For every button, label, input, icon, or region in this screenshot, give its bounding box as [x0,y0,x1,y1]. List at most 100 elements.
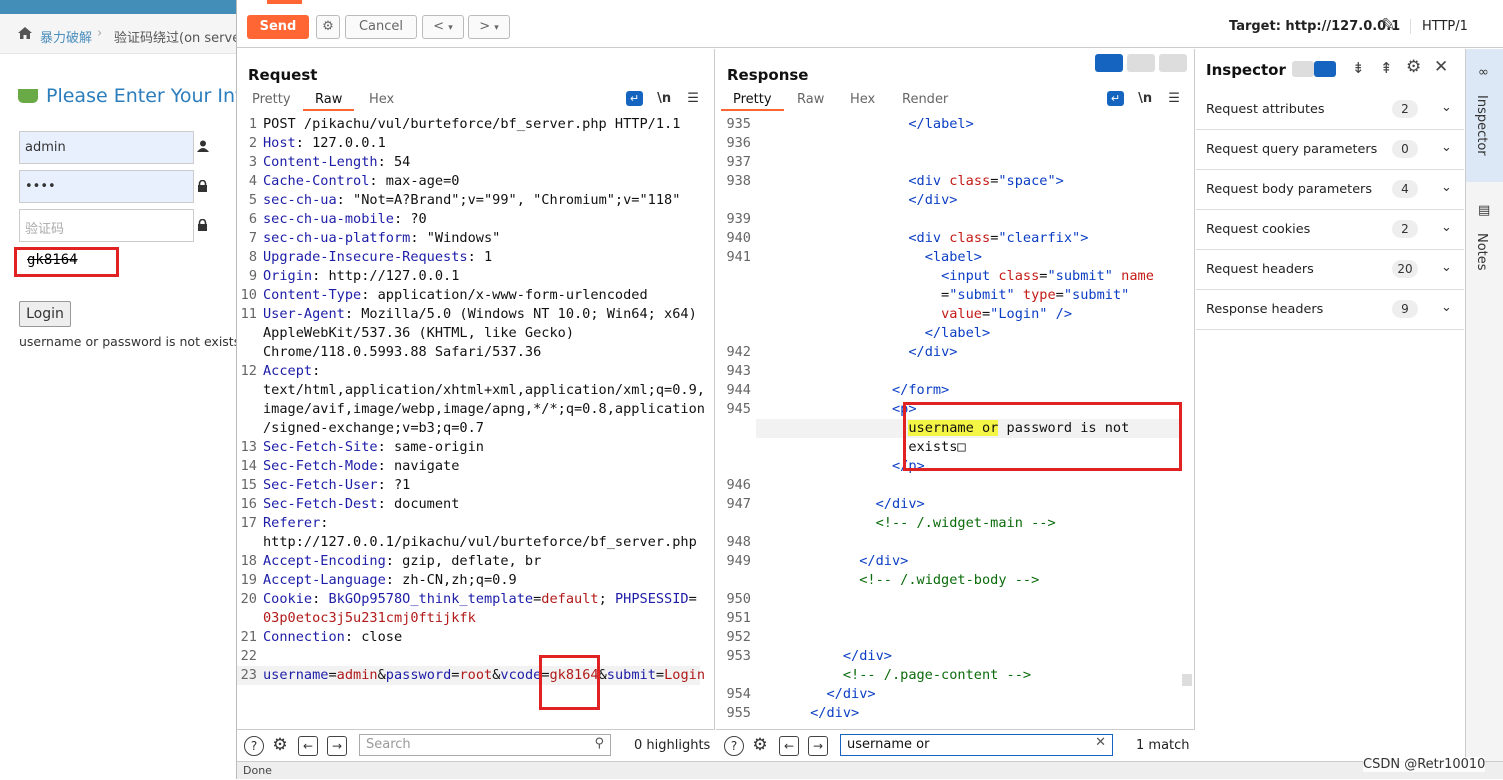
inspector-row-count: 4 [1392,180,1418,198]
vcode-highlight-box [539,655,600,710]
login-error-message: username or password is not exists [19,334,236,349]
inspector-row-count: 0 [1392,140,1418,158]
layout-right-icon[interactable] [1314,60,1336,77]
watermark: CSDN @Retr10010 [1363,757,1486,772]
side-tab-label: Inspector [1474,95,1489,156]
chevron-down-icon[interactable]: ⌄ [1441,260,1452,275]
help-icon[interactable]: ? [724,736,744,756]
login-button[interactable]: Login [19,301,71,327]
inspector-row[interactable]: Request body parameters 4 ⌄ [1196,170,1464,210]
username-field[interactable]: admin [19,131,194,164]
clear-search-icon[interactable]: ✕ [1095,735,1106,750]
newline-toggle-icon[interactable]: \n [1138,91,1152,106]
word-wrap-icon[interactable]: ↵ [1107,91,1124,106]
response-title: Response [727,66,809,84]
inspector-row[interactable]: Request attributes 2 ⌄ [1196,90,1464,130]
inspector-row[interactable]: Request cookies 2 ⌄ [1196,210,1464,250]
tab-pretty[interactable]: Pretty [240,91,303,111]
page-topbar [0,0,236,14]
target-label[interactable]: Target: http://127.0.0.1 [1229,19,1400,34]
highlights-count: 0 highlights [634,738,711,753]
inspector-row-label: Request body parameters [1206,182,1372,197]
edit-pencil-icon[interactable]: ✎ [1381,15,1395,35]
inspector-layout-toggle [1292,59,1336,77]
settings-gear-icon[interactable]: ⚙ [270,736,290,756]
inspector-row[interactable]: Response headers 9 ⌄ [1196,290,1464,330]
previous-match-arrow-icon[interactable]: ← [298,736,318,756]
inspector-row-count: 9 [1392,300,1418,318]
chevron-down-icon[interactable]: ⌄ [1441,140,1452,155]
notes-icon: ▤ [1478,203,1491,218]
vcode-field[interactable]: 验证码 [19,209,194,242]
user-icon [197,140,209,155]
protocol-label[interactable]: HTTP/1 [1410,19,1468,34]
tab-raw[interactable]: Raw [785,91,836,111]
chevron-down-icon[interactable]: ⌄ [1441,180,1452,195]
split-horizontal-icon[interactable] [1095,54,1123,72]
burp-repeater-window: Send ⚙ Cancel < ▾ > ▾ Target: http://127… [236,0,1503,779]
response-editor[interactable]: 935 </label> 936 937 938 <div class="spa… [716,115,1194,729]
inspector-panel: Inspector ⇟ ⇞ ⚙ ✕ Request attributes 2 ⌄ R… [1196,49,1464,779]
scrollbar-thumb[interactable] [1182,674,1192,686]
previous-match-arrow-icon[interactable]: ← [779,736,799,756]
breadcrumb: 暴力破解 › 验证码绕过(on serve [0,14,236,54]
next-match-arrow-icon[interactable]: → [327,736,347,756]
send-button[interactable]: Send [247,15,309,39]
layout-toggle [1095,54,1188,76]
search-icon: ⚲ [594,736,604,751]
inspector-row-count: 2 [1392,220,1418,238]
chevron-down-icon[interactable]: ⌄ [1441,220,1452,235]
breadcrumb-link[interactable]: 暴力破解 [40,27,92,46]
settings-gear-icon[interactable]: ⚙ [316,15,340,39]
tab-hex[interactable]: Hex [357,91,406,111]
side-tab-notes[interactable]: ▤ Notes [1466,189,1503,289]
page-title-text: Please Enter Your Info [46,85,236,107]
next-match-arrow-icon[interactable]: → [808,736,828,756]
captcha-image[interactable]: gk8164 [14,247,119,277]
request-search-input[interactable]: Search ⚲ [359,734,611,756]
inspector-row-count: 20 [1392,260,1418,278]
settings-gear-icon[interactable]: ⚙ [1406,57,1421,77]
history-forward-button[interactable]: > ▾ [468,15,510,39]
tab-hex[interactable]: Hex [838,91,887,111]
breadcrumb-current: 验证码绕过(on serve [114,31,236,46]
coffee-icon [18,89,38,103]
request-editor[interactable]: 1 POST /pikachu/vul/burteforce/bf_server.… [237,115,714,729]
response-search-value: username or [847,737,930,752]
repeater-toolbar: Send ⚙ Cancel < ▾ > ▾ Target: http://127… [237,0,1503,48]
expand-all-icon[interactable]: ⇟ [1352,59,1365,77]
menu-icon[interactable]: ☰ [687,91,699,106]
help-icon[interactable]: ? [244,736,264,756]
home-icon[interactable] [17,26,33,44]
tab-pretty[interactable]: Pretty [721,91,784,111]
single-pane-icon[interactable] [1159,54,1188,72]
history-back-button[interactable]: < ▾ [422,15,464,39]
tab-render[interactable]: Render [890,91,960,111]
side-tab-inspector[interactable]: ∞ Inspector [1466,49,1503,182]
collapse-all-icon[interactable]: ⇞ [1380,59,1393,77]
layout-left-icon[interactable] [1292,60,1314,77]
inspector-row[interactable]: Request headers 20 ⌄ [1196,250,1464,290]
request-search-placeholder: Search [366,737,411,752]
menu-icon[interactable]: ☰ [1168,91,1180,106]
close-icon[interactable]: ✕ [1434,57,1448,77]
request-view-options: ↵ \n ☰ [626,91,699,106]
response-search-input[interactable]: username or ✕ [840,734,1113,756]
word-wrap-icon[interactable]: ↵ [626,91,643,106]
chevron-down-icon[interactable]: ⌄ [1441,100,1452,115]
request-title: Request [248,66,318,84]
page-title: Please Enter Your Info [18,85,236,107]
inspector-row-label: Request query parameters [1206,142,1378,157]
request-search-bar: ? ⚙ ← → Search ⚲ 0 highlights [237,729,715,761]
password-field[interactable]: •••• [19,170,194,203]
inspector-row[interactable]: Request query parameters 0 ⌄ [1196,130,1464,170]
cancel-button[interactable]: Cancel [345,15,417,39]
tab-raw[interactable]: Raw [303,91,355,111]
split-vertical-icon[interactable] [1127,54,1156,72]
response-view-options: ↵ \n ☰ [1107,91,1180,106]
chevron-down-icon[interactable]: ⌄ [1441,300,1452,315]
newline-toggle-icon[interactable]: \n [657,91,671,106]
forward-arrow: > [479,19,491,34]
settings-gear-icon[interactable]: ⚙ [750,736,770,756]
inspector-row-count: 2 [1392,100,1418,118]
